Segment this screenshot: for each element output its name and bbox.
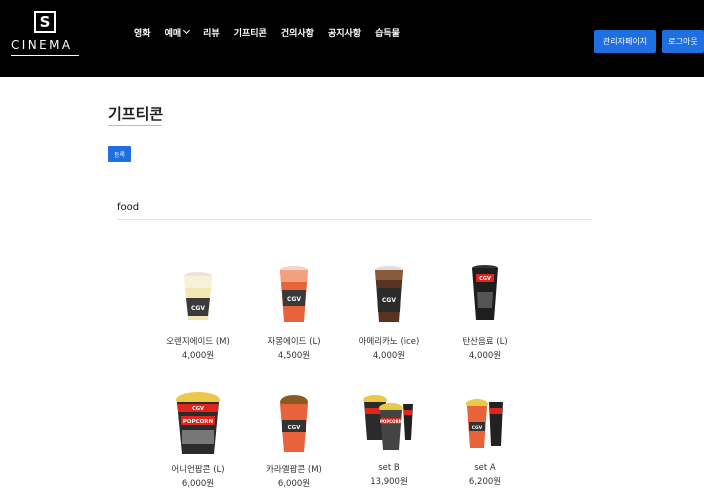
product-card[interactable]: CGV 탄산음료 (L) 4,000원 [435, 262, 535, 361]
grapefruit-ade-cup-icon: CGV [280, 266, 308, 322]
orange-ade-cup-icon: CGV [184, 272, 212, 320]
register-button[interactable]: 등록 [108, 146, 131, 162]
iced-americano-cup-icon: CGV [375, 266, 403, 322]
product-name: set B [378, 463, 400, 473]
product-price: 6,000원 [181, 479, 215, 489]
main-nav: 영화 예매 리뷰 기프티콘 건의사항 공지사항 습득물 [134, 24, 414, 40]
product-name: 오렌지에이드 (M) [166, 337, 230, 347]
product-name: 자몽에이드 (L) [267, 337, 321, 347]
svg-text:CGV: CGV [479, 276, 491, 282]
product-name: 탄산음료 (L) [462, 337, 508, 347]
soda-cup-icon: CGV [472, 265, 498, 320]
product-price: 4,500원 [277, 351, 311, 361]
product-card[interactable]: CGV set A 6,200원 [435, 390, 535, 487]
logo-letter: S [34, 11, 56, 33]
nav-lost-found[interactable]: 습득물 [375, 24, 400, 40]
onion-popcorn-icon: CGV POPCORN [176, 392, 220, 454]
product-card[interactable]: CGV 아메리카노 (ice) 4,000원 [339, 262, 439, 361]
svg-text:POPCORN: POPCORN [183, 419, 214, 425]
logo-wordmark: CINEMA [11, 38, 73, 52]
section-divider [117, 219, 592, 220]
product-price: 4,000원 [372, 351, 406, 361]
product-card[interactable]: POPCORN set B 13,900원 [339, 390, 439, 487]
product-price: 4,000원 [181, 351, 215, 361]
svg-text:CGV: CGV [192, 406, 204, 412]
product-name: set A [474, 463, 496, 473]
page-title: 기프티콘 [108, 105, 164, 123]
set-a-combo-icon: CGV [466, 399, 503, 448]
product-price: 13,900원 [370, 477, 408, 487]
nav-booking-label: 예매 [164, 28, 182, 39]
nav-reviews[interactable]: 리뷰 [203, 24, 220, 40]
svg-text:CGV: CGV [288, 425, 302, 431]
product-price: 6,000원 [277, 479, 311, 489]
product-price: 4,000원 [468, 351, 502, 361]
cinema-logo[interactable]: S CINEMA [11, 11, 81, 59]
nav-suggestions[interactable]: 건의사항 [281, 24, 314, 40]
caramel-popcorn-icon: CGV [280, 395, 308, 452]
svg-text:POPCORN: POPCORN [380, 419, 402, 424]
svg-text:CGV: CGV [287, 296, 301, 303]
nav-notices[interactable]: 공지사항 [328, 24, 361, 40]
admin-page-button[interactable]: 관리자페이지 [594, 30, 656, 53]
svg-text:CGV: CGV [191, 305, 205, 312]
logo-underline [11, 55, 79, 56]
product-card[interactable]: CGV POPCORN 어니언팝콘 (L) 6,000원 [148, 390, 248, 489]
logout-button[interactable]: 로그아웃 [662, 30, 704, 53]
product-card[interactable]: CGV 오렌지에이드 (M) 4,000원 [148, 262, 248, 361]
product-name: 아메리카노 (ice) [358, 337, 420, 347]
product-card[interactable]: CGV 카라멜팝콘 (M) 6,000원 [244, 390, 344, 489]
title-underline [108, 125, 162, 126]
product-name: 카라멜팝콘 (M) [266, 465, 322, 475]
top-navigation-bar: S CINEMA 영화 예매 리뷰 기프티콘 건의사항 공지사항 습득물 관리자… [0, 0, 704, 77]
product-card[interactable]: CGV 자몽에이드 (L) 4,500원 [244, 262, 344, 361]
nav-booking[interactable]: 예매 [164, 24, 191, 40]
svg-text:CGV: CGV [382, 297, 396, 304]
product-name: 어니언팝콘 (L) [171, 465, 225, 475]
nav-gifticon[interactable]: 기프티콘 [234, 24, 267, 40]
svg-text:CGV: CGV [472, 425, 483, 431]
set-b-combo-icon: POPCORN [363, 395, 413, 450]
nav-movies[interactable]: 영화 [134, 24, 151, 40]
chevron-down-icon [183, 26, 191, 35]
section-label: food [117, 202, 140, 213]
product-price: 6,200원 [468, 477, 502, 487]
